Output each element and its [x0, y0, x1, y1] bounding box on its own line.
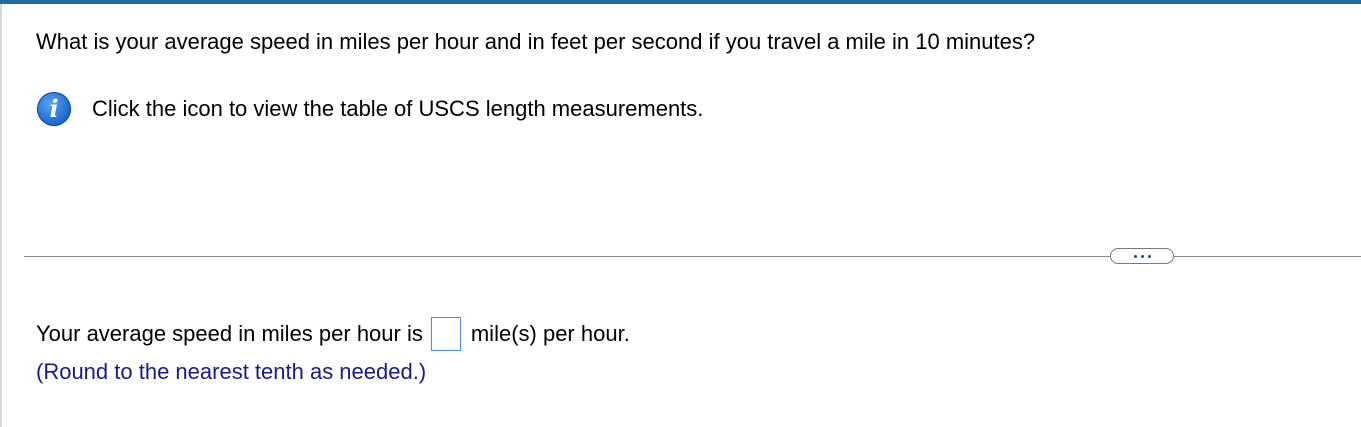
info-icon[interactable]: i: [37, 92, 71, 126]
left-border: [0, 4, 2, 427]
question-text: What is your average speed in miles per …: [36, 29, 1036, 54]
top-accent-bar: [0, 0, 1361, 4]
answer-input[interactable]: [430, 317, 461, 351]
more-options-button[interactable]: [1110, 248, 1174, 264]
answer-row: Your average speed in miles per hour is …: [36, 315, 630, 353]
info-row: i Click the icon to view the table of US…: [37, 91, 703, 127]
info-text: Click the icon to view the table of USCS…: [92, 96, 704, 121]
rounding-hint: (Round to the nearest tenth as needed.): [36, 359, 427, 384]
answer-prefix: Your average speed in miles per hour is: [36, 321, 423, 346]
ellipsis-icon: [1133, 254, 1137, 258]
answer-suffix: mile(s) per hour.: [470, 321, 630, 346]
